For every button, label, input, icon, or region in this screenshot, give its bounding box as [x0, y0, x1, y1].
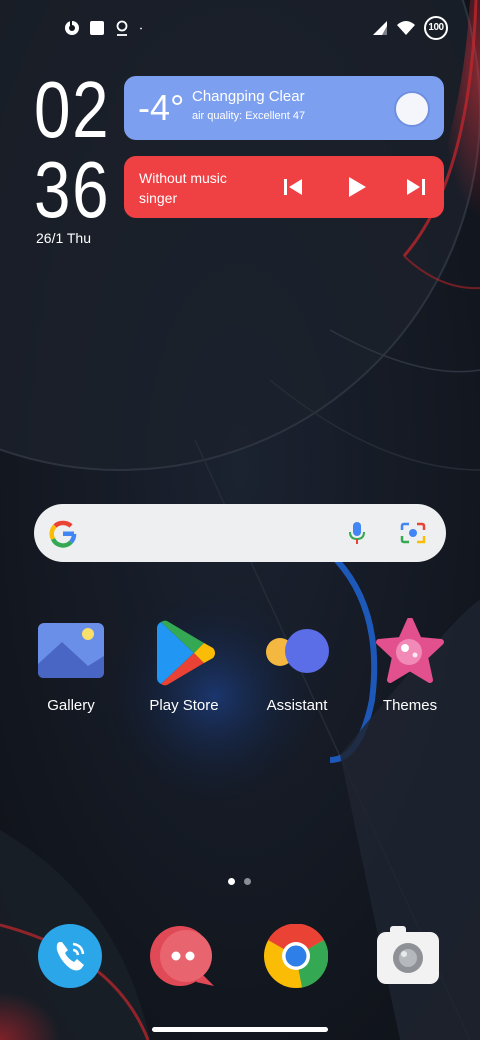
home-indicator[interactable] — [152, 1027, 328, 1032]
previous-icon[interactable] — [280, 174, 308, 200]
status-bar-right: 100 — [372, 16, 448, 40]
record-icon — [65, 21, 79, 35]
weather-air-quality: air quality: Excellent 47 — [192, 110, 306, 122]
wifi-icon — [397, 21, 415, 35]
clock-hour[interactable]: 02 — [34, 70, 109, 150]
weather-widget[interactable]: -4° Changping Clear air quality: Excelle… — [124, 76, 444, 140]
battery-level: 100 — [424, 16, 448, 40]
next-icon[interactable] — [402, 174, 430, 200]
play-icon[interactable] — [342, 174, 370, 200]
moon-icon — [394, 91, 430, 127]
dot-icon — [140, 27, 142, 30]
app-play-store[interactable]: Play Store — [132, 618, 236, 714]
app-label: Gallery — [47, 697, 95, 714]
page-dot-2 — [244, 878, 251, 885]
weather-temperature: -4° — [138, 87, 185, 128]
camera-icon[interactable] — [376, 924, 440, 988]
app-assistant[interactable]: Assistant — [245, 618, 349, 714]
weather-location: Changping Clear — [192, 88, 305, 105]
clock-minute[interactable]: 36 — [34, 150, 109, 230]
square-icon — [90, 21, 104, 35]
music-title: Without music singer — [139, 168, 249, 208]
status-bar-left — [64, 18, 147, 38]
page-dot-1 — [228, 878, 235, 885]
lens-icon[interactable] — [400, 522, 426, 544]
app-themes[interactable]: Themes — [358, 617, 462, 714]
chrome-icon[interactable] — [264, 924, 328, 988]
play-store-icon — [157, 620, 215, 686]
themes-icon — [376, 617, 444, 683]
app-label: Assistant — [266, 697, 328, 714]
mic-icon[interactable] — [348, 521, 366, 545]
clock-date: 26/1 Thu — [36, 230, 92, 246]
assistant-icon — [266, 629, 329, 673]
gallery-icon — [38, 623, 104, 678]
music-widget[interactable]: Without music singer — [124, 156, 444, 218]
app-label: Play Store — [149, 697, 219, 714]
messages-icon[interactable] — [150, 924, 214, 988]
app-gallery[interactable]: Gallery — [19, 618, 123, 714]
location-pin-icon — [116, 20, 128, 36]
music-title-line2: singer — [139, 190, 178, 206]
google-search-bar[interactable] — [34, 504, 446, 562]
phone-icon[interactable] — [38, 924, 102, 988]
google-g-icon[interactable] — [49, 520, 77, 548]
signal-icon — [373, 21, 387, 35]
app-label: Themes — [382, 697, 438, 714]
music-title-line1: Without music — [139, 170, 227, 186]
page-indicator — [228, 878, 251, 885]
